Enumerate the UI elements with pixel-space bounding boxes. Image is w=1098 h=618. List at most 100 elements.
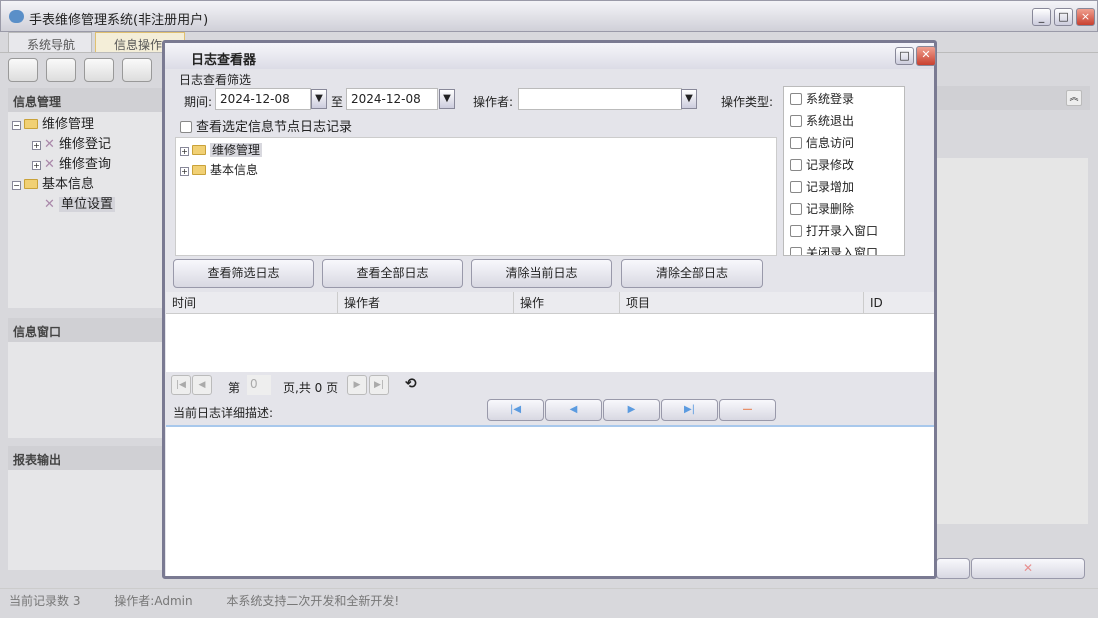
optype-item[interactable]: 关闭录入窗口 <box>790 244 898 255</box>
clear-current-button[interactable]: 清除当前日志 <box>471 259 612 288</box>
checkbox[interactable] <box>790 159 802 171</box>
dialog-title-bar: 日志查看器 □ ✕ <box>165 43 936 69</box>
date-from-dropdown[interactable]: ▼ <box>311 89 327 109</box>
folder-icon <box>24 119 38 129</box>
column-header[interactable]: 操作 <box>514 292 620 314</box>
checkbox[interactable] <box>790 115 802 127</box>
info-management-header: 信息管理 <box>8 88 163 112</box>
next-page-button[interactable]: ▶ <box>347 375 367 395</box>
prev-page-button[interactable]: ◀ <box>192 375 212 395</box>
detail-label: 当前日志详细描述: <box>173 406 274 420</box>
optype-label: 操作类型: <box>721 95 774 109</box>
right-button[interactable] <box>936 558 970 579</box>
detail-textarea[interactable] <box>166 425 934 576</box>
refresh-icon[interactable]: ⟲ <box>405 376 417 392</box>
title-bar: 手表维修管理系统(非注册用户) _ □ × <box>0 0 1098 32</box>
checkbox[interactable] <box>790 225 802 237</box>
tree-item[interactable]: + 基本信息 <box>180 160 772 180</box>
optype-item[interactable]: 信息访问 <box>790 134 898 156</box>
tree-item[interactable]: + ✕ 维修查询 <box>12 155 159 175</box>
tree-item[interactable]: − 维修管理 <box>12 115 159 135</box>
to-label: 至 <box>331 95 344 109</box>
dialog-close-button[interactable]: ✕ <box>916 46 936 66</box>
column-header[interactable]: 操作者 <box>338 292 514 314</box>
optype-item[interactable]: 系统退出 <box>790 112 898 134</box>
tool-icon: ✕ <box>44 137 60 152</box>
tab-label: 系统导航 <box>27 38 76 52</box>
view-filtered-button[interactable]: 查看筛选日志 <box>173 259 314 288</box>
tree-item[interactable]: + ✕ 维修登记 <box>12 135 159 155</box>
status-note: 本系统支持二次开发和全新开发! <box>226 594 400 608</box>
dialog-maximize-button[interactable]: □ <box>895 47 914 65</box>
optype-item[interactable]: 记录修改 <box>790 156 898 178</box>
record-count: 当前记录数 3 <box>9 594 81 608</box>
info-tree: − 维修管理 + ✕ 维修登记 + ✕ 维修查询 − 基本信息 ✕ 单位设置 <box>8 112 163 308</box>
close-button[interactable]: × <box>1076 8 1095 26</box>
first-page-button[interactable]: |◀ <box>171 375 191 395</box>
period-label: 期间: <box>184 95 213 109</box>
node-log-checkbox[interactable]: 查看选定信息节点日志记录 <box>180 116 352 135</box>
right-panel <box>936 158 1088 524</box>
tool-icon: ✕ <box>44 197 60 212</box>
list-tool-button[interactable] <box>46 58 76 82</box>
folder-icon <box>192 165 206 175</box>
info-window-panel <box>8 342 163 438</box>
checkbox[interactable] <box>790 137 802 149</box>
view-all-button[interactable]: 查看全部日志 <box>322 259 463 288</box>
checkbox[interactable] <box>790 181 802 193</box>
user-tool-button[interactable] <box>122 58 152 82</box>
tab-label: 信息操作 <box>114 38 163 52</box>
last-page-button[interactable]: ▶| <box>369 375 389 395</box>
maximize-button[interactable]: □ <box>1054 8 1073 26</box>
checkbox[interactable] <box>790 203 802 215</box>
column-header[interactable]: 项目 <box>620 292 864 314</box>
info-window-header: 信息窗口 <box>8 318 163 342</box>
detail-remove-button[interactable]: — <box>719 399 776 421</box>
tree-item[interactable]: ✕ 单位设置 <box>12 195 159 215</box>
checkbox[interactable] <box>790 247 802 255</box>
collapse-icon[interactable]: ︽ <box>1066 90 1082 106</box>
status-bar: 当前记录数 3 操作者:Admin 本系统支持二次开发和全新开发! <box>0 588 1098 612</box>
detail-last-button[interactable]: ▶| <box>661 399 718 421</box>
optype-list[interactable]: 系统登录 系统退出 信息访问 记录修改 记录增加 记录删除 打开录入窗口 关闭录… <box>783 86 905 256</box>
report-panel <box>8 470 163 570</box>
table-header: 时间 操作者 操作 项目 ID <box>166 292 934 314</box>
folder-icon <box>192 145 206 155</box>
tab-system-nav[interactable]: 系统导航 <box>8 32 92 52</box>
detail-prev-button[interactable]: ◀ <box>545 399 602 421</box>
operator-dropdown[interactable]: ▼ <box>681 89 697 109</box>
app-logo-icon <box>9 10 24 23</box>
dialog-title: 日志查看器 <box>191 53 257 68</box>
page-prefix: 第 <box>228 381 241 395</box>
operator-select[interactable] <box>518 88 682 110</box>
page-input[interactable]: 0 <box>247 375 271 395</box>
node-tree: + 维修管理 + 基本信息 <box>175 137 777 256</box>
detail-next-button[interactable]: ▶ <box>603 399 660 421</box>
page-suffix: 页,共 0 页 <box>283 381 339 395</box>
folder-icon <box>24 179 38 189</box>
date-to-input[interactable]: 2024-12-08 <box>346 88 438 110</box>
optype-item[interactable]: 记录增加 <box>790 178 898 200</box>
detail-first-button[interactable]: |◀ <box>487 399 544 421</box>
window-title: 手表维修管理系统(非注册用户) <box>29 13 209 28</box>
date-to-dropdown[interactable]: ▼ <box>439 89 455 109</box>
filter-group-label: 日志查看筛选 <box>179 73 252 87</box>
document-tool-button[interactable] <box>84 58 114 82</box>
operator-label: 操作者: <box>473 95 514 109</box>
minimize-button[interactable]: _ <box>1032 8 1051 26</box>
optype-item[interactable]: 系统登录 <box>790 90 898 112</box>
tool-icon: ✕ <box>44 157 60 172</box>
checkbox[interactable] <box>790 93 802 105</box>
column-header[interactable]: 时间 <box>166 292 338 314</box>
delete-button[interactable]: ✕ <box>971 558 1085 579</box>
date-from-input[interactable]: 2024-12-08 <box>215 88 311 110</box>
tree-item[interactable]: − 基本信息 <box>12 175 159 195</box>
log-viewer-dialog: 日志查看器 □ ✕ 日志查看筛选 期间: 2024-12-08 ▼ 至 2024… <box>162 40 937 579</box>
tree-item[interactable]: + 维修管理 <box>180 140 772 160</box>
clear-all-button[interactable]: 清除全部日志 <box>621 259 763 288</box>
search-tool-button[interactable] <box>8 58 38 82</box>
optype-item[interactable]: 打开录入窗口 <box>790 222 898 244</box>
optype-item[interactable]: 记录删除 <box>790 200 898 222</box>
column-header[interactable]: ID <box>864 292 934 314</box>
log-table: 时间 操作者 操作 项目 ID <box>166 292 934 372</box>
